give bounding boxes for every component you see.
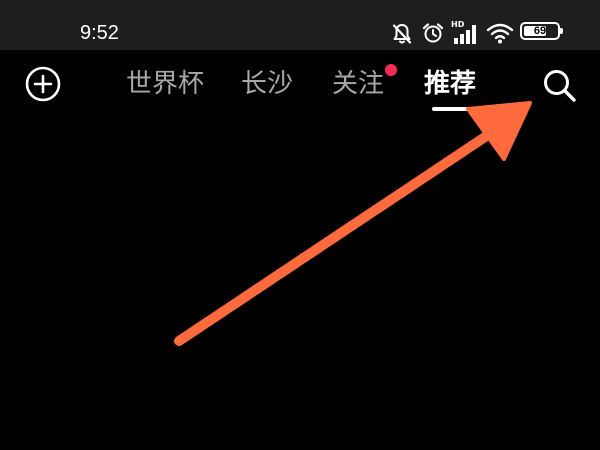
battery-level: 69	[533, 25, 547, 37]
status-bar: 9:52 HD 69	[0, 0, 600, 50]
add-button[interactable]	[24, 65, 62, 103]
wifi-icon	[486, 23, 514, 44]
mute-icon	[392, 24, 412, 44]
tab-changsha[interactable]: 长沙	[241, 66, 293, 102]
tab-following[interactable]: 关注	[332, 66, 384, 102]
search-button[interactable]	[540, 66, 580, 106]
hd-signal-icon: HD	[451, 20, 481, 46]
app-screen: 9:52 HD 69 世界杯 长沙 关注 推荐	[0, 0, 600, 450]
alarm-icon	[422, 23, 444, 43]
top-nav	[0, 50, 600, 120]
battery-icon: 69	[520, 22, 563, 40]
battery-nub	[560, 28, 563, 34]
following-badge	[385, 64, 397, 76]
search-icon	[544, 70, 576, 102]
status-time: 9:52	[80, 22, 119, 44]
active-tab-indicator	[432, 107, 468, 111]
arrow-shaft	[174, 118, 511, 346]
tab-recommend[interactable]: 推荐	[424, 66, 476, 102]
tab-world-cup[interactable]: 世界杯	[126, 66, 204, 102]
